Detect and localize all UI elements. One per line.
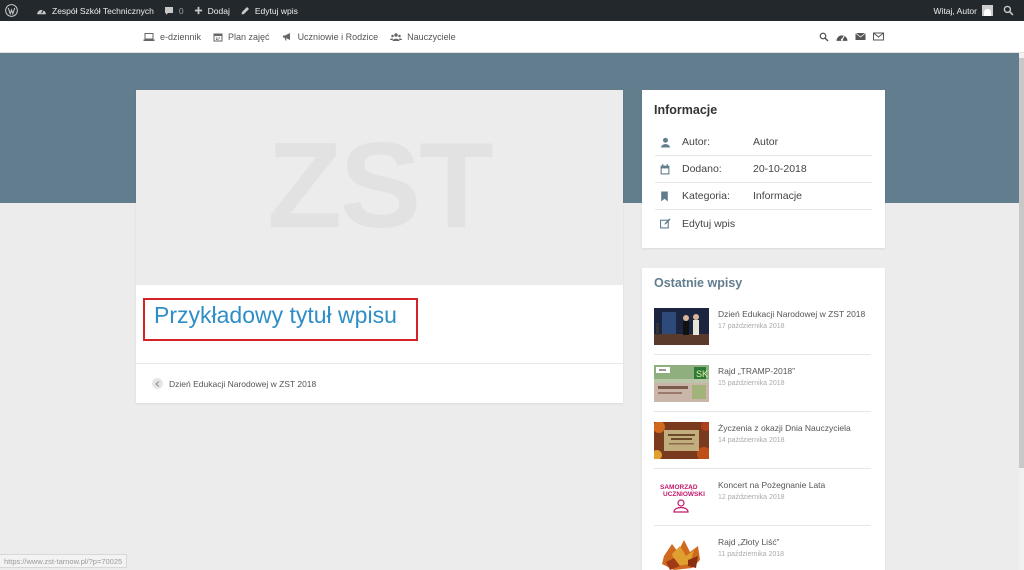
- list-item[interactable]: Życzenia z okazji Dnia Nauczyciela 14 pa…: [654, 412, 871, 469]
- bookmark-icon: [660, 191, 680, 202]
- admin-bar: Zespół Szkół Technicznych 0 Dodaj Edytuj…: [0, 0, 1024, 21]
- info-widget: Informacje Autor: Autor Dodano: 20-10-20…: [642, 90, 885, 248]
- avatar: [982, 5, 993, 16]
- search-icon: [1003, 5, 1014, 16]
- nav-item-label: Nauczyciele: [407, 31, 456, 42]
- nav-item-label: Plan zajęć: [228, 31, 270, 42]
- info-value: Autor: [753, 136, 779, 148]
- nav-item-uczniowie-i-rodzice[interactable]: Uczniowie i Rodzice: [282, 31, 379, 42]
- user-icon: [660, 137, 680, 148]
- comment-bubble-icon: [164, 6, 173, 15]
- calendar-icon: [213, 33, 223, 41]
- laptop-icon: [143, 32, 155, 41]
- info-label: Autor:: [682, 136, 711, 148]
- post-thumbnail-logo[interactable]: SAMORZĄD UCZNIOWSKI: [654, 479, 709, 516]
- search-icon[interactable]: [819, 32, 829, 42]
- nav-item-nauczyciele[interactable]: Nauczyciele: [390, 32, 456, 42]
- status-bar-url: https://www.zst-tarnow.pl/?p=70025: [0, 554, 128, 568]
- svg-text:SAMORZĄD: SAMORZĄD: [660, 484, 698, 491]
- list-item[interactable]: Dzień Edukacji Narodowej w ZST 2018 17 p…: [654, 298, 871, 355]
- site-name: Zespół Szkół Technicznych: [52, 5, 154, 16]
- recent-post-date: 15 października 2018: [718, 380, 785, 387]
- chevron-left-icon: [152, 378, 163, 389]
- thumbnail-placeholder-text: ZST: [267, 117, 493, 253]
- info-label: Dodano:: [682, 163, 722, 175]
- recent-posts-heading: Ostatnie wpisy: [654, 276, 743, 290]
- svg-text:SKT: SKT: [696, 369, 709, 379]
- admin-search-button[interactable]: [998, 0, 1024, 21]
- greeting-text: Witaj, Autor: [933, 5, 977, 16]
- recent-post-title[interactable]: Koncert na Pożegnanie Lata: [718, 480, 825, 490]
- previous-post-link[interactable]: Dzień Edukacji Narodowej w ZST 2018: [152, 378, 316, 389]
- svg-text:UCZNIOWSKI: UCZNIOWSKI: [663, 491, 705, 498]
- post-thumbnail: ZST: [136, 90, 623, 285]
- recent-post-title[interactable]: Życzenia z okazji Dnia Nauczyciela: [718, 423, 851, 433]
- post-title[interactable]: Przykładowy tytuł wpisu: [154, 302, 397, 329]
- plus-icon: [194, 6, 202, 15]
- info-row-edit[interactable]: Edytuj wpis: [655, 210, 872, 237]
- info-row-category: Kategoria: Informacje: [655, 183, 872, 210]
- info-label: Kategoria:: [682, 190, 730, 202]
- recent-posts-widget: Ostatnie wpisy Dzień Edukacji Narodowej …: [642, 268, 885, 570]
- info-row-date: Dodano: 20-10-2018: [655, 156, 872, 183]
- recent-post-date: 14 października 2018: [718, 437, 785, 444]
- info-heading: Informacje: [654, 103, 718, 117]
- list-item[interactable]: SAMORZĄD UCZNIOWSKI Koncert na Pożegnanie…: [654, 469, 871, 526]
- info-value[interactable]: Informacje: [753, 190, 802, 202]
- info-row-author: Autor: Autor: [655, 129, 872, 156]
- list-item[interactable]: Rajd „Złoty Liść” 11 października 2018: [654, 526, 871, 570]
- divider: [136, 363, 623, 364]
- calendar-icon: [660, 163, 680, 175]
- comments-count: 0: [178, 5, 184, 16]
- users-icon: [390, 32, 403, 41]
- info-value: 20-10-2018: [753, 163, 807, 175]
- nav-item-plan-zajec[interactable]: Plan zajęć: [213, 32, 270, 42]
- nav-item-e-dziennik[interactable]: e-dziennik: [143, 32, 201, 42]
- recent-post-title[interactable]: Rajd „TRAMP-2018”: [718, 366, 795, 376]
- recent-post-title[interactable]: Rajd „Złoty Liść”: [718, 537, 779, 547]
- recent-post-title[interactable]: Dzień Edukacji Narodowej w ZST 2018: [718, 309, 865, 319]
- add-new-label: Dodaj: [207, 5, 230, 16]
- post-thumbnail-poster[interactable]: SKT: [654, 365, 709, 402]
- wordpress-logo-icon[interactable]: [0, 0, 31, 21]
- comments-link[interactable]: 0: [159, 0, 189, 21]
- post-thumbnail-autumn-card[interactable]: [654, 422, 709, 459]
- edit-icon: [660, 218, 680, 229]
- recent-post-date: 12 października 2018: [718, 494, 785, 501]
- nav-item-label: e-dziennik: [160, 31, 202, 42]
- site-name-link[interactable]: Zespół Szkół Technicznych: [31, 0, 159, 21]
- post-thumbnail-leaves[interactable]: [654, 536, 709, 570]
- post-card: ZST Przykładowy tytuł wpisu Dzień Edukac…: [136, 90, 623, 403]
- pencil-icon: [241, 6, 249, 14]
- post-thumbnail-stage[interactable]: [654, 308, 709, 345]
- edit-post-link[interactable]: Edytuj wpis: [682, 218, 753, 230]
- envelope-icon[interactable]: [873, 32, 884, 41]
- dashboard-gauge-icon: [37, 8, 46, 14]
- edit-post-link[interactable]: Edytuj wpis: [235, 0, 303, 21]
- dashboard-icon[interactable]: [836, 32, 848, 42]
- edit-post-label: Edytuj wpis: [254, 5, 298, 16]
- mail-icon[interactable]: [855, 32, 866, 41]
- scrollbar-thumb[interactable]: [1019, 58, 1024, 468]
- megaphone-icon: [282, 32, 290, 40]
- nav-item-label: Uczniowie i Rodzice: [297, 31, 379, 42]
- my-account-link[interactable]: Witaj, Autor: [929, 0, 998, 21]
- recent-post-date: 17 października 2018: [718, 323, 785, 330]
- list-item[interactable]: SKT Rajd „TRAMP-2018” 15 października 20…: [654, 355, 871, 412]
- recent-post-date: 11 października 2018: [718, 551, 785, 558]
- add-new-link[interactable]: Dodaj: [189, 0, 235, 21]
- scrollbar[interactable]: [1019, 53, 1024, 570]
- previous-post-title: Dzień Edukacji Narodowej w ZST 2018: [169, 378, 317, 389]
- main-navigation: e-dziennik Plan zajęć Uczniowie i Rodzic…: [0, 21, 1024, 53]
